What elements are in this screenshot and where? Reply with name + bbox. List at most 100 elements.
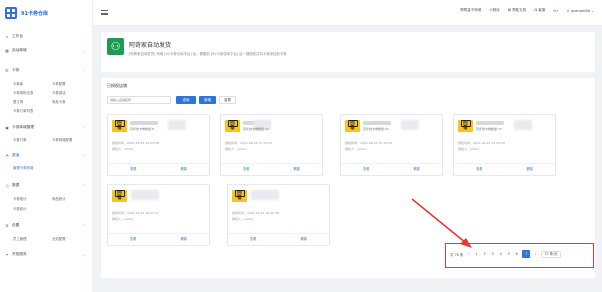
logo-text: 回帮 [234,190,245,201]
store-auth-time: 授权时间：2021-09-21 16:10:38 [232,211,279,215]
sidebar-subitem[interactable]: 员工管理 [13,236,27,242]
delete-button[interactable]: 删除 [392,164,443,175]
header-user-menu[interactable]: ♙ quanwei66 ⌄ [566,9,594,13]
store-card[interactable]: 回帮 授权时间：2021-09-21 18:03:31 授权人：admin 查看… [107,184,210,246]
view-button[interactable]: 查看 [221,164,272,175]
sidebar-item-label: 渠道 [12,153,20,157]
pagination-total: 共 76 条 [450,252,464,257]
store-logo: 回帮 [345,120,360,132]
page-2[interactable]: 2 [482,252,487,256]
brand-logo-icon [5,7,17,19]
sidebar-item-label: 卡券商城管理 [12,125,35,129]
header-link-mall[interactable]: 帮帮量子商城 [460,8,481,13]
store-auth-time: 授权时间：2021-09-22 14:55:06 [458,141,505,145]
chevron-down-icon: ⌄ [83,252,86,257]
card-actions: 查看 删除 [108,233,209,245]
sidebar-subitem[interactable]: 商品统计 [52,196,66,202]
sidebar-item-label: 自动商城 [12,48,27,52]
sidebar-subitem[interactable]: 卡券激活 [52,90,66,96]
view-button[interactable]: 查看 [454,164,505,175]
sidebar-subitem[interactable]: 卡券券码记录 [13,90,33,96]
sidebar-subitem[interactable]: 卡券订单 [13,137,27,143]
sidebar-subitem[interactable]: 卡券统计 [13,196,27,202]
store-name-redacted [363,121,391,125]
store-auth-user: 授权人：admin [345,147,367,151]
sidebar-subitem[interactable]: 商品卡券 [52,99,66,105]
next-page-button[interactable]: › [533,252,538,256]
list-icon: ☰ [5,67,9,73]
top-header: 帮帮量子商城 小程序 ▤ 帮助文档 ☊ 客服 ✉• ♙ quanwei66 ⌄ [93,0,602,26]
sidebar-item-coupons[interactable]: ☰ 卡券 ⌃ [5,67,91,74]
chevron-up-icon: ⌃ [83,223,86,228]
brand[interactable]: 91卡券仓库 [0,0,92,26]
delete-button[interactable]: 删除 [505,164,556,175]
sidebar-subitem-active[interactable]: 管理卡券商城 [13,165,33,171]
sidebar-item-label: 工作台 [12,34,24,38]
redacted-area [514,120,532,130]
view-button[interactable]: 查看 [341,164,392,175]
sidebar-subitem[interactable]: 卡券库 [13,81,23,87]
view-button[interactable]: 查看 [228,234,279,245]
sidebar-subitem[interactable]: 卡券配置 [52,81,66,87]
service-label: 客服 [538,8,546,12]
header-link-miniprogram[interactable]: 小程序 [489,8,500,13]
sidebar-item-data[interactable]: ◷ 数据 ⌃ [5,182,91,189]
header-link-docs[interactable]: ▤ 帮助文档 [508,8,526,13]
sidebar-subitem[interactable]: 卡券订单列表 [13,108,33,114]
sidebar-subitem[interactable]: 卡券统计 [13,206,27,212]
delete-button[interactable]: 删除 [279,234,330,245]
page-current[interactable]: 7 [522,250,531,258]
logo-text: 回帮 [460,120,471,131]
header-links: 帮帮量子商城 小程序 ▤ 帮助文档 ☊ 客服 ✉• ♙ quanwei66 ⌄ [460,8,594,13]
page-5[interactable]: 5 [506,252,511,256]
add-button[interactable]: 新增 [199,96,216,104]
sidebar-item-store[interactable]: ▦ 自动商城 ⌄ [5,47,91,54]
store-auth-user: 授权人：admin [232,217,254,221]
chevron-down-icon: ⌄ [589,8,594,13]
prev-page-button[interactable]: ‹ [466,252,471,256]
sidebar-subitem[interactable]: 卡券商城配置 [52,137,72,143]
chevron-down-icon: ⌄ [83,48,86,53]
store-card[interactable]: 回帮 授权时间：2021-09-21 16:10:38 授权人：admin 查看… [227,184,330,246]
view-button[interactable]: 查看 [108,164,159,175]
view-button[interactable]: 查看 [108,234,159,245]
notification-dot: • [556,8,559,13]
sidebar-subitem[interactable]: 退订券 [13,99,23,105]
page-1[interactable]: 1 [474,252,479,256]
menu-toggle-icon[interactable] [101,10,108,15]
redacted-area [168,120,186,130]
page-3[interactable]: 3 [490,252,495,256]
header-notification[interactable]: ✉• [553,9,558,13]
settings-icon: ⚙ [5,222,9,228]
store-card[interactable]: 回帮 同步的卡券数量:8 授权时间：2021-09-23 19:04:58 授权… [107,114,210,176]
store-card[interactable]: 回帮 同步的卡券数量:15 授权时间：2021-09-22 14:55:06 授… [453,114,556,176]
store-card[interactable]: 回帮 同步的卡券数量:10 授权时间：2021-09-22 17:33:22 授… [220,114,323,176]
header-link-service[interactable]: ☊ 客服 [534,8,545,13]
page-size-select[interactable]: 72 条/页 [541,250,561,258]
sidebar: 91卡券仓库 ⌂ 工作台 ▦ 自动商城 ⌄ ☰ 卡券 ⌃ 卡券库 卡券配置 卡券… [0,0,93,292]
store-card[interactable]: 回帮 同步的卡券数量:20 授权时间：2021-09-22 15:15:09 授… [340,114,443,176]
redacted-area [131,190,159,200]
store-search-input[interactable] [107,96,171,104]
chevron-up-icon: ⌃ [83,153,86,158]
sidebar-item-coupon-mall[interactable]: ▣ 卡券商城管理 ⌃ [5,124,91,131]
delete-button[interactable]: 删除 [272,164,323,175]
sidebar-item-workbench[interactable]: ⌂ 工作台 [5,33,23,40]
sidebar-item-open-service[interactable]: ✦ 开放服务 ⌄ [5,251,91,258]
store-auth-time: 授权时间：2021-09-22 17:33:22 [225,141,272,145]
reset-button[interactable]: 重置 [219,96,236,104]
delete-button[interactable]: 删除 [159,164,210,175]
sidebar-subitem[interactable]: 业务配置 [52,236,66,242]
page-6[interactable]: 6 [514,252,519,256]
sidebar-item-settings[interactable]: ⚙ 设置 ⌃ [5,222,91,229]
store-logo: 回帮 [458,120,473,132]
users-icon: ◔ [5,152,9,158]
redacted-area [251,190,279,200]
sidebar-item-channel[interactable]: ◔ 渠道 ⌃ [5,152,91,159]
page-4[interactable]: 4 [498,252,503,256]
redacted-area [401,120,419,130]
search-button[interactable]: 查询 [176,96,196,104]
store-auth-time: 授权时间：2021-09-21 18:03:31 [112,211,159,215]
delete-button[interactable]: 删除 [159,234,210,245]
store-logo: 回帮 [112,190,127,202]
